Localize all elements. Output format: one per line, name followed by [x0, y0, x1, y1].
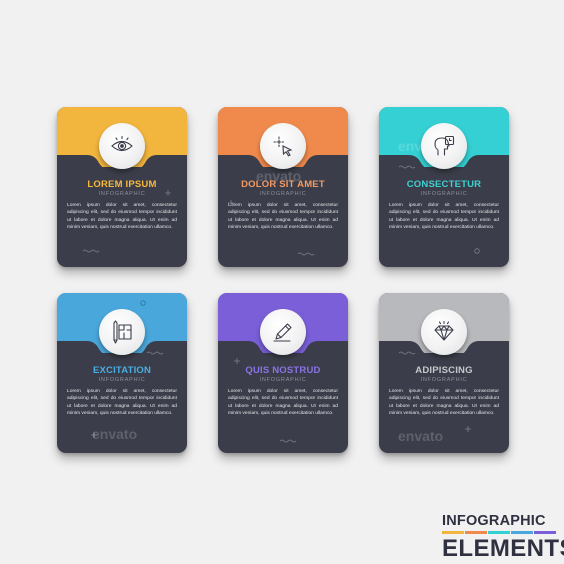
- card-body-text: Lorem ipsum dolor sit amet, consectetur …: [228, 203, 338, 231]
- icon-circle: [260, 123, 306, 169]
- card-subtitle: INFOGRAPHIC: [98, 191, 146, 197]
- card-title: LOREM IPSUM: [87, 179, 157, 190]
- card-title: QUIS NOSTRUD: [245, 365, 321, 376]
- diamond-icon: [434, 320, 454, 341]
- card-subtitle: INFOGRAPHIC: [98, 377, 146, 383]
- brand-line-1: INFOGRAPHIC: [442, 513, 546, 529]
- card-subtitle: INFOGRAPHIC: [420, 191, 468, 197]
- card-subtitle: INFOGRAPHIC: [259, 377, 307, 383]
- card-body-text: Lorem ipsum dolor sit amet, consectetur …: [228, 389, 338, 417]
- card-title: ADIPISCING: [415, 365, 473, 376]
- infographic-canvas: LOREM IPSUM INFOGRAPHIC Lorem ipsum dolo…: [0, 0, 564, 564]
- card-lorem-ipsum: LOREM IPSUM INFOGRAPHIC Lorem ipsum dolo…: [57, 107, 187, 267]
- brand-accent-bars: [442, 530, 556, 534]
- brand-line-2: ELEMENTS: [442, 534, 564, 562]
- card-body-text: Lorem ipsum dolor sit amet, consectetur …: [389, 203, 499, 231]
- card-dolor-sit-amet: DOLOR SIT AMET INFOGRAPHIC Lorem ipsum d…: [218, 107, 348, 267]
- card-subtitle: INFOGRAPHIC: [420, 377, 468, 383]
- card-subtitle: INFOGRAPHIC: [259, 191, 307, 197]
- eye-icon: [111, 135, 133, 152]
- watermark: envato: [398, 138, 444, 154]
- brand-logo: INFOGRAPHIC ELEMENTS: [442, 513, 564, 562]
- cursor-icon: [273, 136, 293, 157]
- pencil-icon: [273, 323, 292, 342]
- watermark: envato: [398, 428, 444, 444]
- icon-circle: [99, 309, 145, 355]
- icon-circle: [260, 309, 306, 355]
- card-consectetur: CONSECTETUR INFOGRAPHIC Lorem ipsum dolo…: [379, 107, 509, 267]
- card-title: EXCITATION: [92, 365, 152, 376]
- card-body-text: Lorem ipsum dolor sit amet, consectetur …: [67, 389, 177, 417]
- card-body-text: Lorem ipsum dolor sit amet, consectetur …: [67, 203, 177, 231]
- watermark: envato: [256, 168, 302, 184]
- watermark: envato: [92, 426, 138, 442]
- card-title: CONSECTETUR: [406, 179, 482, 190]
- card-quis-nostrud: QUIS NOSTRUD INFOGRAPHIC Lorem ipsum dol…: [218, 293, 348, 453]
- card-body-text: Lorem ipsum dolor sit amet, consectetur …: [389, 389, 499, 417]
- icon-circle: [99, 123, 145, 169]
- blueprint-icon: [113, 320, 132, 344]
- icon-circle: [421, 309, 467, 355]
